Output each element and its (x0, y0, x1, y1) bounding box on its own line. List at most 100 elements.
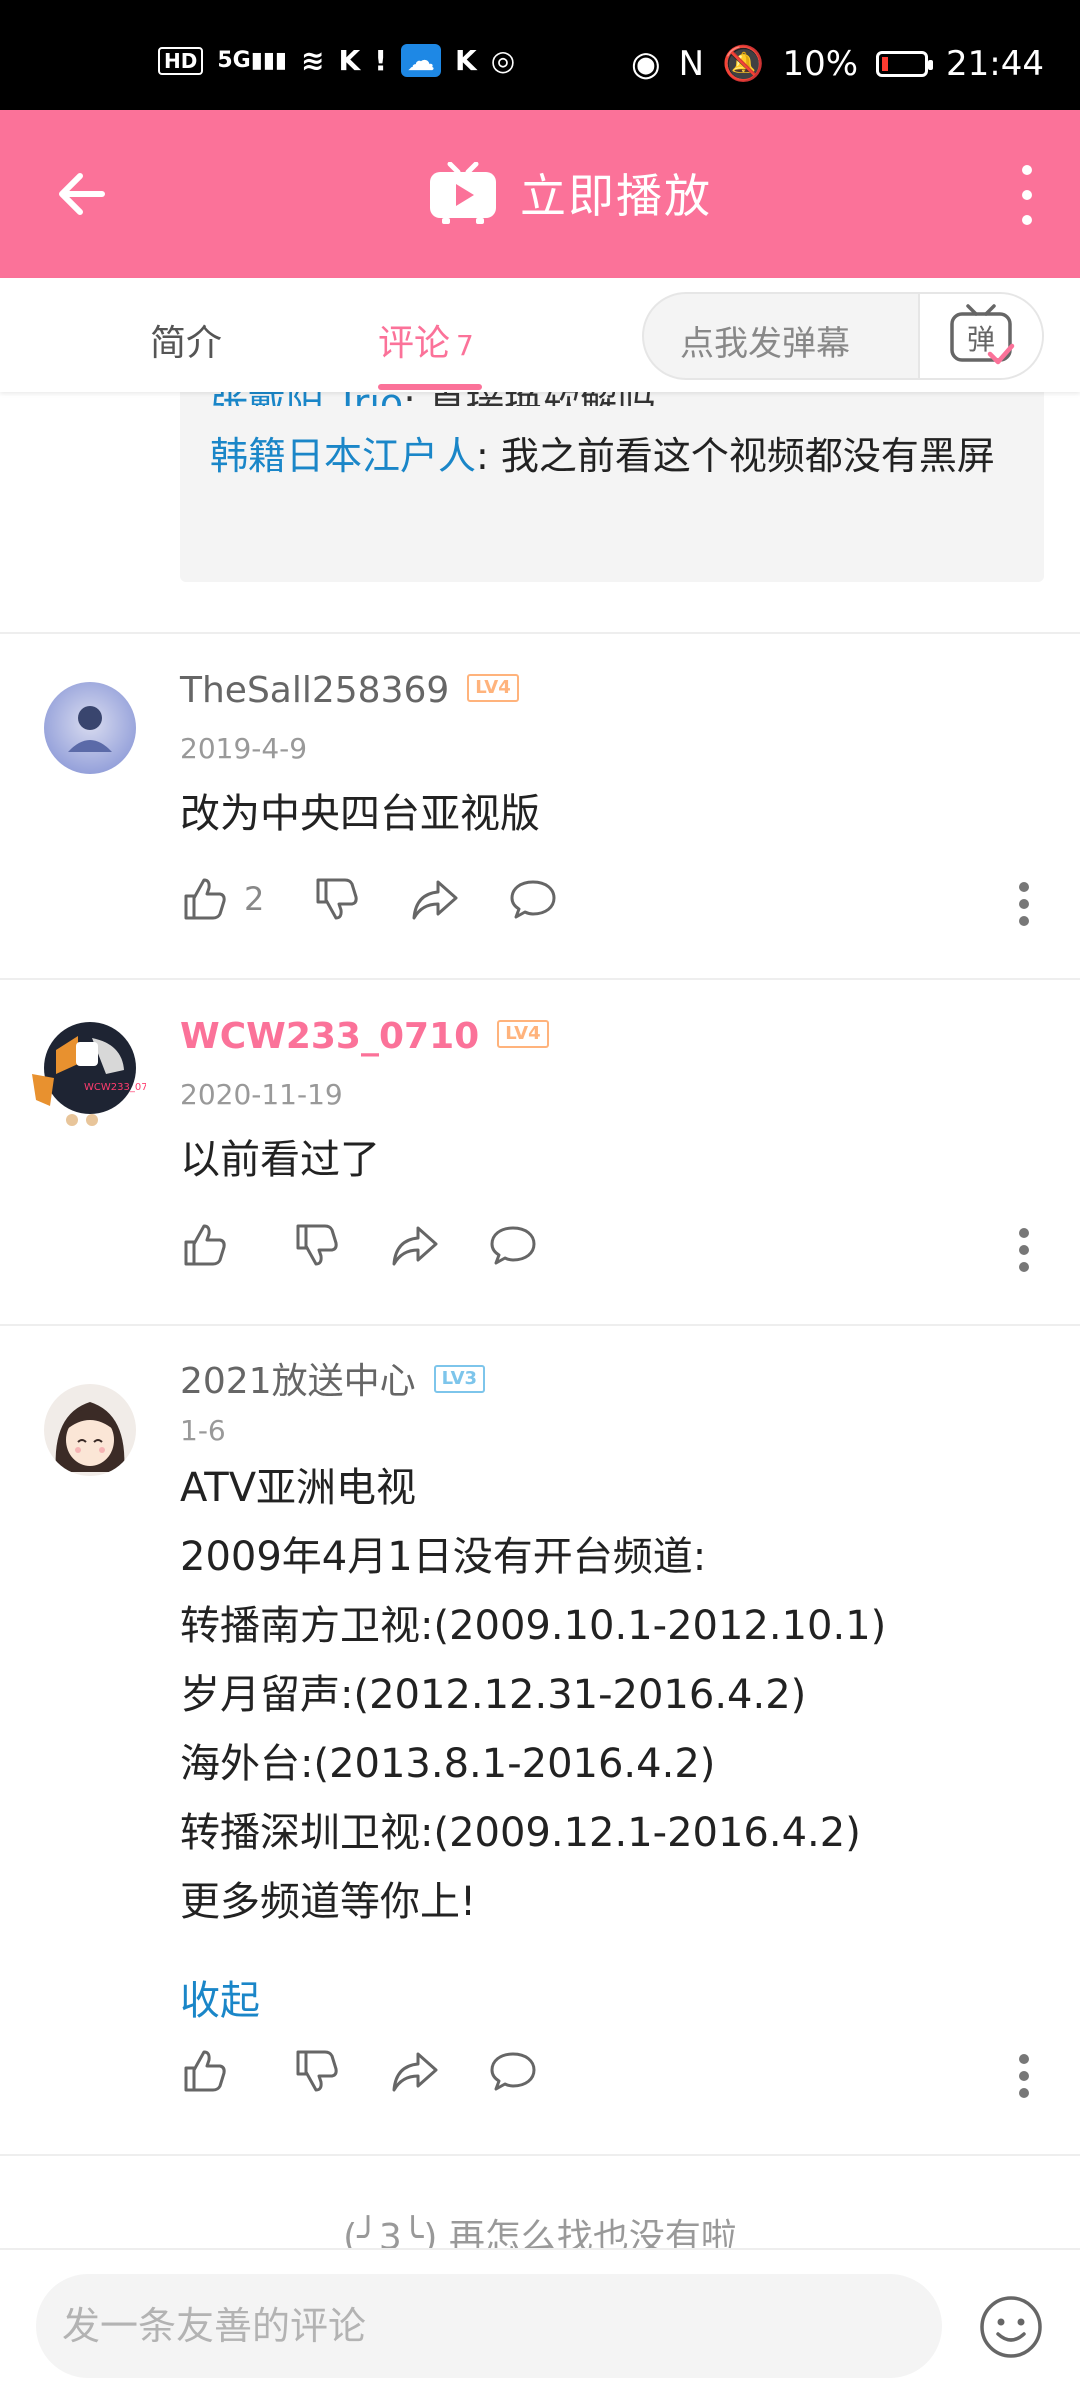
reply-button[interactable] (508, 874, 558, 924)
end-of-list-note: (╯3╰) 再怎么找也没有啦 (343, 2217, 737, 2248)
tv-play-icon (430, 162, 496, 224)
tab-indicator (378, 384, 482, 390)
app-bar: 立即播放 (0, 110, 1080, 278)
comment-more-button[interactable] (1018, 2054, 1030, 2100)
avatar-image: WCW233_0710 (32, 1022, 146, 1126)
level-badge: LV4 (467, 674, 519, 702)
reply-preview[interactable]: 张戴阳 Trio: 直接换软解吗 韩籍日本江户人: 我之前看这个视频都没有黑屏 (180, 392, 1044, 582)
danmaku-entry[interactable]: 点我发弹幕 弹 (642, 292, 1044, 380)
avatar[interactable] (44, 682, 136, 774)
reply-button[interactable] (488, 2046, 538, 2096)
status-left-icons: HD 5G▮▮▮ ≋ K ! ☁ K ◎ (158, 44, 515, 77)
thumbs-down-icon (316, 878, 359, 920)
chat-bubble-icon (510, 880, 556, 919)
smiley-icon (980, 2296, 1042, 2358)
thumbs-up-icon (184, 878, 226, 920)
more-options-button[interactable] (1012, 160, 1042, 230)
share-button[interactable] (390, 2046, 440, 2096)
tab-comments-label: 评论 (378, 323, 451, 364)
comment-date: 1-6 (180, 1414, 226, 1447)
location-icon: ◎ (490, 44, 516, 77)
back-button[interactable] (52, 164, 112, 224)
wifi-icon: ≋ (301, 44, 325, 77)
dislike-button[interactable] (292, 1220, 342, 1270)
dislike-button[interactable] (312, 874, 362, 924)
reply-text: : 直接换软解吗 (403, 392, 656, 406)
emoji-button[interactable] (978, 2294, 1044, 2360)
comment-item: 2021放送中心 LV3 1-6 ATV亚洲电视 2009年4月1日没有开台频道:… (0, 1326, 1080, 2152)
comment-count: 7 (456, 329, 474, 362)
comment-input[interactable] (36, 2274, 942, 2378)
danmaku-placeholder: 点我发弹幕 (680, 324, 850, 364)
username[interactable]: TheSall258369 LV4 (180, 670, 519, 711)
collapse-link[interactable]: 收起 (180, 1968, 260, 2026)
mute-icon: 🔕 (722, 44, 765, 84)
app-k2-icon: K (455, 44, 477, 77)
comment-input-bar (0, 2248, 1080, 2400)
comment-actions: 2 (180, 874, 606, 924)
chat-bubble-icon (490, 2052, 536, 2091)
comment-item: TheSall258369 LV4 2019-4-9 改为中央四台亚视版 2 (0, 634, 1080, 978)
comment-item: WCW233_0710 WCW233_0710LV4 2020-11-19 以前… (0, 980, 1080, 1324)
comment-actions (180, 2046, 586, 2096)
reply-text: : 我之前看这个视频都没有黑屏 (476, 434, 995, 478)
dislike-button[interactable] (292, 2046, 342, 2096)
level-badge: LV3 (433, 1365, 486, 1393)
thumbs-down-icon (296, 2050, 338, 2092)
reply-item-partial[interactable]: 张戴阳 Trio: 直接换软解吗 (210, 392, 656, 406)
app-k-icon: K (338, 44, 361, 77)
divider (0, 2154, 1080, 2156)
level-badge: LV4 (497, 1020, 549, 1048)
comment-actions (180, 1220, 586, 1270)
reply-item[interactable]: 韩籍日本江户人: 我之前看这个视频都没有黑屏 (210, 422, 1010, 490)
comment-more-button[interactable] (1018, 1228, 1030, 1274)
status-bar: HD 5G▮▮▮ ≋ K ! ☁ K ◎ ◉ N 🔕 10% 21:44 (0, 0, 1080, 110)
thumbs-down-icon (296, 1224, 338, 1266)
like-count: 2 (244, 880, 265, 918)
more-vertical-icon (1022, 165, 1032, 225)
danmaku-toggle-button[interactable]: 弹 (918, 294, 1042, 378)
comment-text: 以前看过了 (180, 1137, 380, 1183)
thumbs-up-icon (184, 1224, 226, 1266)
like-button[interactable] (180, 1220, 244, 1270)
share-icon (392, 2052, 438, 2092)
tab-bar: 简介 评论 7 点我发弹幕 弹 (0, 278, 1080, 392)
svg-text:WCW233_0710: WCW233_0710 (84, 1082, 146, 1093)
eye-icon: ◉ (630, 44, 661, 84)
svg-text:弹: 弹 (967, 323, 995, 356)
reply-username[interactable]: 韩籍日本江户人 (210, 434, 476, 478)
username[interactable]: 2021放送中心 LV3 (180, 1352, 486, 1404)
share-icon (412, 880, 458, 920)
share-icon (392, 1226, 438, 1266)
arrow-left-icon (59, 173, 105, 215)
like-button[interactable]: 2 (180, 874, 264, 924)
share-button[interactable] (390, 1220, 440, 1270)
reply-username[interactable]: 张戴阳 Trio (210, 392, 403, 406)
danmaku-tv-icon: 弹 (950, 304, 1015, 365)
share-button[interactable] (410, 874, 460, 924)
nfc-icon: N (678, 44, 705, 84)
username[interactable]: WCW233_0710 LV4 (180, 1016, 549, 1057)
avatar-image (44, 1384, 136, 1476)
clock: 21:44 (946, 44, 1044, 84)
tab-comments[interactable]: 评论 7 (378, 314, 474, 366)
cloud-app-icon: ☁ (401, 44, 441, 77)
avatar[interactable]: WCW233_0710 (26, 1014, 146, 1134)
reply-button[interactable] (488, 1220, 538, 1270)
alert-icon: ! (374, 44, 387, 77)
comment-list[interactable]: 张戴阳 Trio: 直接换软解吗 韩籍日本江户人: 我之前看这个视频都没有黑屏 … (0, 392, 1080, 2248)
page-title: 立即播放 (520, 169, 712, 223)
avatar[interactable] (44, 1384, 136, 1476)
thumbs-up-icon (184, 2050, 226, 2092)
chat-bubble-icon (490, 1226, 536, 1265)
tab-intro[interactable]: 简介 (150, 314, 222, 366)
battery-percent: 10% (782, 44, 859, 84)
play-now-button[interactable]: 立即播放 (428, 160, 712, 226)
signal-5g-icon: 5G▮▮▮ (217, 48, 288, 73)
comment-date: 2019-4-9 (180, 732, 308, 765)
status-right: ◉ N 🔕 10% 21:44 (631, 44, 1044, 84)
comment-text: ATV亚洲电视 2009年4月1日没有开台频道: 转播南方卫视:(2009.10… (180, 1465, 887, 1925)
avatar-image (44, 682, 136, 774)
comment-more-button[interactable] (1018, 882, 1030, 928)
like-button[interactable] (180, 2046, 244, 2096)
